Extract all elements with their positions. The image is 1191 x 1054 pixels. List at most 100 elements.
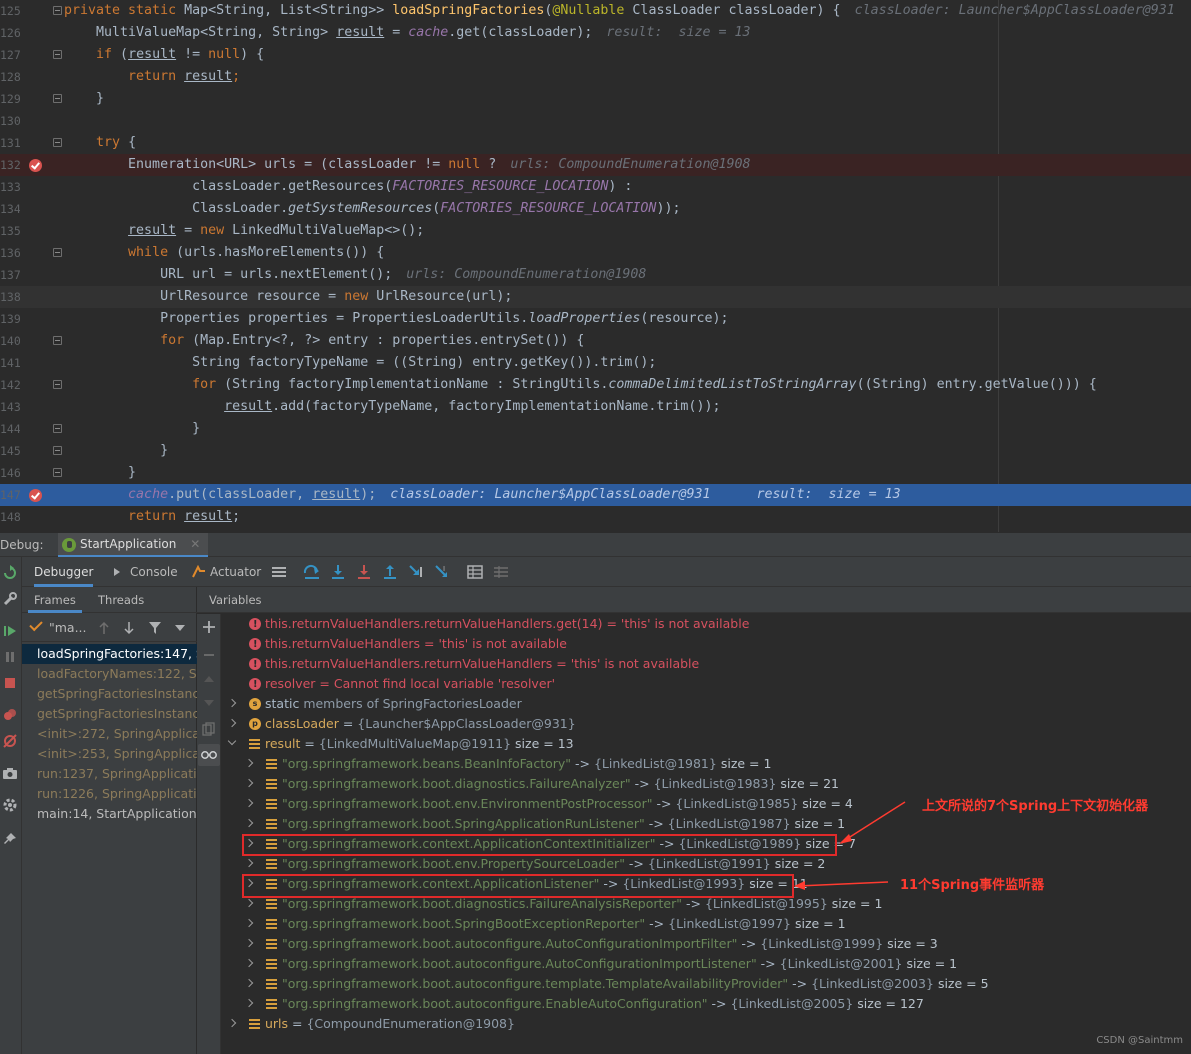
tab-console[interactable]: Console <box>112 557 178 587</box>
static-members-row[interactable]: s static members of SpringFactoriesLoader <box>224 694 522 714</box>
map-entry-row[interactable]: "org.springframework.boot.autoconfigure.… <box>224 994 924 1014</box>
fold-marker-icon[interactable] <box>53 248 62 257</box>
stack-frame[interactable]: loadSpringFactories:147, S <box>22 644 197 664</box>
force-step-into-icon[interactable] <box>355 563 373 581</box>
code-line[interactable]: 148 return result; <box>0 506 1191 528</box>
expand-arrow-icon[interactable] <box>244 758 254 768</box>
map-entry-row[interactable]: "org.springframework.boot.autoconfigure.… <box>224 954 957 974</box>
line-number[interactable]: 145 <box>0 440 20 462</box>
down-arrow-icon[interactable] <box>123 621 135 635</box>
breakpoint-icon[interactable] <box>29 159 42 172</box>
remove-watch-icon[interactable] <box>202 648 216 662</box>
fold-marker-icon[interactable] <box>53 446 62 455</box>
drop-frame-icon[interactable] <box>407 563 425 581</box>
code-editor[interactable]: 125 private static Map<String, List<Strin… <box>0 0 1191 532</box>
code-line[interactable]: 146 } <box>0 462 1191 484</box>
error-variable-row[interactable]: this.returnValueHandlers.returnValueHand… <box>224 654 699 675</box>
filter-icon[interactable] <box>148 621 162 635</box>
variable-row-urls[interactable]: urls = {CompoundEnumeration@1908} <box>224 1014 515 1034</box>
line-number[interactable]: 140 <box>0 330 20 352</box>
line-number[interactable]: 146 <box>0 462 20 484</box>
fold-marker-icon[interactable] <box>53 424 62 433</box>
evaluate-expression-icon[interactable] <box>466 563 484 581</box>
code-line[interactable]: 141 String factoryTypeName = ((String) e… <box>0 352 1191 374</box>
view-breakpoints-icon[interactable] <box>2 707 18 723</box>
expand-arrow-icon[interactable] <box>244 798 254 808</box>
tab-debugger[interactable]: Debugger <box>34 557 94 587</box>
line-number[interactable]: 134 <box>0 198 20 220</box>
error-variable-row[interactable]: this.returnValueHandlers = 'this' is not… <box>224 634 567 655</box>
code-line[interactable]: 127 if (result != null) { <box>0 44 1191 66</box>
map-entry-row[interactable]: "org.springframework.boot.env.Environmen… <box>224 794 853 814</box>
line-number[interactable]: 144 <box>0 418 20 440</box>
move-down-icon[interactable] <box>202 696 216 710</box>
menu-icon[interactable] <box>270 563 288 581</box>
fold-marker-icon[interactable] <box>53 94 62 103</box>
settings-gear-icon[interactable] <box>2 797 18 813</box>
stack-frame[interactable]: getSpringFactoriesInstanc <box>22 684 197 704</box>
close-tab-icon[interactable]: ✕ <box>190 537 200 551</box>
fold-marker-icon[interactable] <box>53 380 62 389</box>
wrench-icon[interactable] <box>2 591 18 607</box>
line-number[interactable]: 130 <box>0 110 20 132</box>
error-variable-row[interactable]: resolver = Cannot find local variable 'r… <box>224 674 555 695</box>
mute-breakpoints-icon[interactable] <box>2 733 18 749</box>
breakpoint-icon[interactable] <box>29 489 42 502</box>
line-number[interactable]: 147 <box>0 484 20 506</box>
code-line[interactable]: 137 URL url = urls.nextElement(); urls: C… <box>0 264 1191 286</box>
line-number[interactable]: 132 <box>0 154 20 176</box>
code-line[interactable]: 128 return result; <box>0 66 1191 88</box>
step-out-icon[interactable] <box>381 563 399 581</box>
line-number[interactable]: 135 <box>0 220 20 242</box>
fold-marker-icon[interactable] <box>53 138 62 147</box>
code-line[interactable]: 143 result.add(factoryTypeName, factoryI… <box>0 396 1191 418</box>
stack-frame[interactable]: run:1226, SpringApplicatio <box>22 784 197 804</box>
code-line[interactable]: 140 for (Map.Entry<?, ?> entry : propert… <box>0 330 1191 352</box>
code-line[interactable]: 133 classLoader.getResources(FACTORIES_R… <box>0 176 1191 198</box>
map-entry-row[interactable]: "org.springframework.boot.env.PropertySo… <box>224 854 825 874</box>
stack-frame[interactable]: <init>:272, SpringApplicat <box>22 724 197 744</box>
line-number[interactable]: 127 <box>0 44 20 66</box>
debug-session-tab[interactable]: StartApplication ✕ <box>58 533 209 557</box>
code-line[interactable]: 138 UrlResource resource = new UrlResour… <box>0 286 1191 308</box>
line-number[interactable]: 143 <box>0 396 20 418</box>
line-number[interactable]: 126 <box>0 22 20 44</box>
collapse-arrow-icon[interactable] <box>227 736 237 746</box>
variable-row-result[interactable]: result = {LinkedMultiValueMap@1911} size… <box>224 734 574 754</box>
resume-icon[interactable] <box>2 623 18 639</box>
line-number[interactable]: 148 <box>0 506 20 528</box>
code-line[interactable]: 136 while (urls.hasMoreElements()) { <box>0 242 1191 264</box>
line-number[interactable]: 141 <box>0 352 20 374</box>
stack-frame[interactable]: <init>:253, SpringApplicat <box>22 744 197 764</box>
step-over-icon[interactable] <box>303 563 321 581</box>
code-line[interactable]: 130 <box>0 110 1191 132</box>
stack-frame[interactable]: run:1237, SpringApplication <box>22 764 197 784</box>
line-number[interactable]: 139 <box>0 308 20 330</box>
stack-frame[interactable]: main:14, StartApplication <box>22 804 197 824</box>
line-number[interactable]: 142 <box>0 374 20 396</box>
code-line[interactable]: 129 } <box>0 88 1191 110</box>
chevron-down-icon[interactable] <box>175 625 185 631</box>
trace-icon[interactable] <box>492 563 510 581</box>
tab-frames[interactable]: Frames <box>28 587 82 613</box>
expand-arrow-icon[interactable] <box>244 918 254 928</box>
code-line[interactable]: 144 } <box>0 418 1191 440</box>
code-line[interactable]: 147 cache.put(classLoader, result); class… <box>0 484 1191 506</box>
line-number[interactable]: 131 <box>0 132 20 154</box>
line-number[interactable]: 136 <box>0 242 20 264</box>
fold-marker-icon[interactable] <box>53 468 62 477</box>
code-line[interactable]: 145 } <box>0 440 1191 462</box>
code-line[interactable]: 131 try { <box>0 132 1191 154</box>
run-to-cursor-icon[interactable]: I <box>433 563 451 581</box>
expand-arrow-icon[interactable] <box>244 778 254 788</box>
map-entry-row[interactable]: "org.springframework.boot.SpringBootExce… <box>224 914 846 934</box>
expand-arrow-icon[interactable] <box>227 1018 237 1028</box>
expand-arrow-icon[interactable] <box>227 718 237 728</box>
line-number[interactable]: 125 <box>0 0 20 22</box>
rerun-icon[interactable] <box>2 565 18 581</box>
code-line[interactable]: 132 Enumeration<URL> urls = (classLoader… <box>0 154 1191 176</box>
add-watch-icon[interactable] <box>202 620 216 634</box>
pin-icon[interactable] <box>2 831 18 847</box>
expand-arrow-icon[interactable] <box>244 858 254 868</box>
code-line[interactable]: 125 private static Map<String, List<Strin… <box>0 0 1191 22</box>
